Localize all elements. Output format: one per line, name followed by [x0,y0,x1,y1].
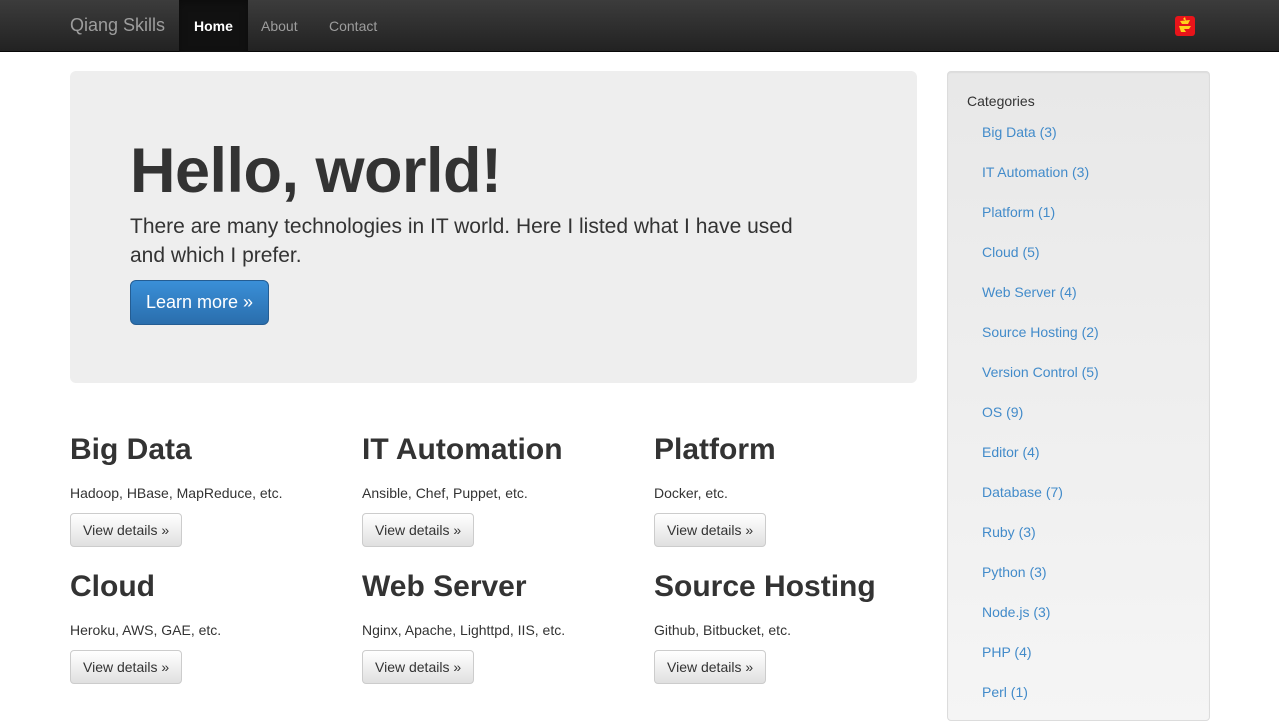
top-navbar: Qiang Skills Home About Contact [0,0,1279,52]
category-link[interactable]: Editor (4) [982,444,1040,460]
feature-description: Docker, etc. [654,485,728,501]
category-link[interactable]: Cloud (5) [982,244,1040,260]
feature-title: Cloud [70,570,155,603]
feature-description: Nginx, Apache, Lighttpd, IIS, etc. [362,622,566,638]
feature-web-server: Web Server Nginx, Apache, Lighttpd, IIS,… [362,569,642,684]
list-item: Node.js (3) [982,602,1099,642]
list-item: Big Data (3) [982,122,1099,162]
list-item: Version Control (5) [982,362,1099,402]
list-item: PHP (4) [982,642,1099,682]
feature-it-automation: IT Automation Ansible, Chef, Puppet, etc… [362,432,642,547]
list-item: Database (7) [982,482,1099,522]
list-item: Editor (4) [982,442,1099,482]
nav-about[interactable]: About [261,0,298,52]
jumbotron: Hello, world! There are many technologie… [70,71,917,383]
category-link[interactable]: Big Data (3) [982,124,1057,140]
view-details-button[interactable]: View details » [654,650,767,684]
view-details-button[interactable]: View details » [362,513,475,547]
brand-link[interactable]: Qiang Skills [70,15,165,36]
list-item: Cloud (5) [982,242,1099,282]
category-link[interactable]: Ruby (3) [982,524,1036,540]
page-title: Hello, world! [130,136,502,206]
feature-title: Big Data [70,433,192,466]
category-link[interactable]: Source Hosting (2) [982,324,1099,340]
feature-description: Hadoop, HBase, MapReduce, etc. [70,485,283,501]
learn-more-button[interactable]: Learn more » [130,280,269,325]
list-item: IT Automation (3) [982,162,1099,202]
category-link[interactable]: Database (7) [982,484,1063,500]
feature-description: Heroku, AWS, GAE, etc. [70,622,222,638]
feature-title: IT Automation [362,433,563,466]
categories-sidebar: Categories Big Data (3) IT Automation (3… [947,71,1210,721]
sidebar-title: Categories [967,93,1035,109]
list-item: Platform (1) [982,202,1099,242]
category-link[interactable]: PHP (4) [982,644,1032,660]
view-details-button[interactable]: View details » [654,513,767,547]
category-link[interactable]: Version Control (5) [982,364,1099,380]
category-list: Big Data (3) IT Automation (3) Platform … [982,122,1099,722]
feature-cloud: Cloud Heroku, AWS, GAE, etc. View detail… [70,569,350,684]
view-details-button[interactable]: View details » [70,513,183,547]
feature-source-hosting: Source Hosting Github, Bitbucket, etc. V… [654,569,934,684]
category-link[interactable]: Perl (1) [982,684,1028,700]
feature-title: Platform [654,433,776,466]
feature-title: Source Hosting [654,570,876,603]
category-link[interactable]: Python (3) [982,564,1047,580]
list-item: Perl (1) [982,682,1099,722]
list-item: OS (9) [982,402,1099,442]
category-link[interactable]: Node.js (3) [982,604,1050,620]
feature-title: Web Server [362,570,527,603]
list-item: Web Server (4) [982,282,1099,322]
feature-big-data: Big Data Hadoop, HBase, MapReduce, etc. … [70,432,350,547]
category-link[interactable]: IT Automation (3) [982,164,1089,180]
view-details-button[interactable]: View details » [70,650,183,684]
nav-contact[interactable]: Contact [329,0,377,52]
red-seal-logo-icon[interactable] [1174,15,1196,37]
category-link[interactable]: OS (9) [982,404,1023,420]
nav-home[interactable]: Home [179,0,248,52]
list-item: Source Hosting (2) [982,322,1099,362]
feature-description: Ansible, Chef, Puppet, etc. [362,485,528,501]
list-item: Ruby (3) [982,522,1099,562]
feature-platform: Platform Docker, etc. View details » [654,432,934,547]
list-item: Python (3) [982,562,1099,602]
category-link[interactable]: Platform (1) [982,204,1055,220]
feature-description: Github, Bitbucket, etc. [654,622,791,638]
jumbotron-text: There are many technologies in IT world.… [130,215,793,267]
category-link[interactable]: Web Server (4) [982,284,1077,300]
view-details-button[interactable]: View details » [362,650,475,684]
